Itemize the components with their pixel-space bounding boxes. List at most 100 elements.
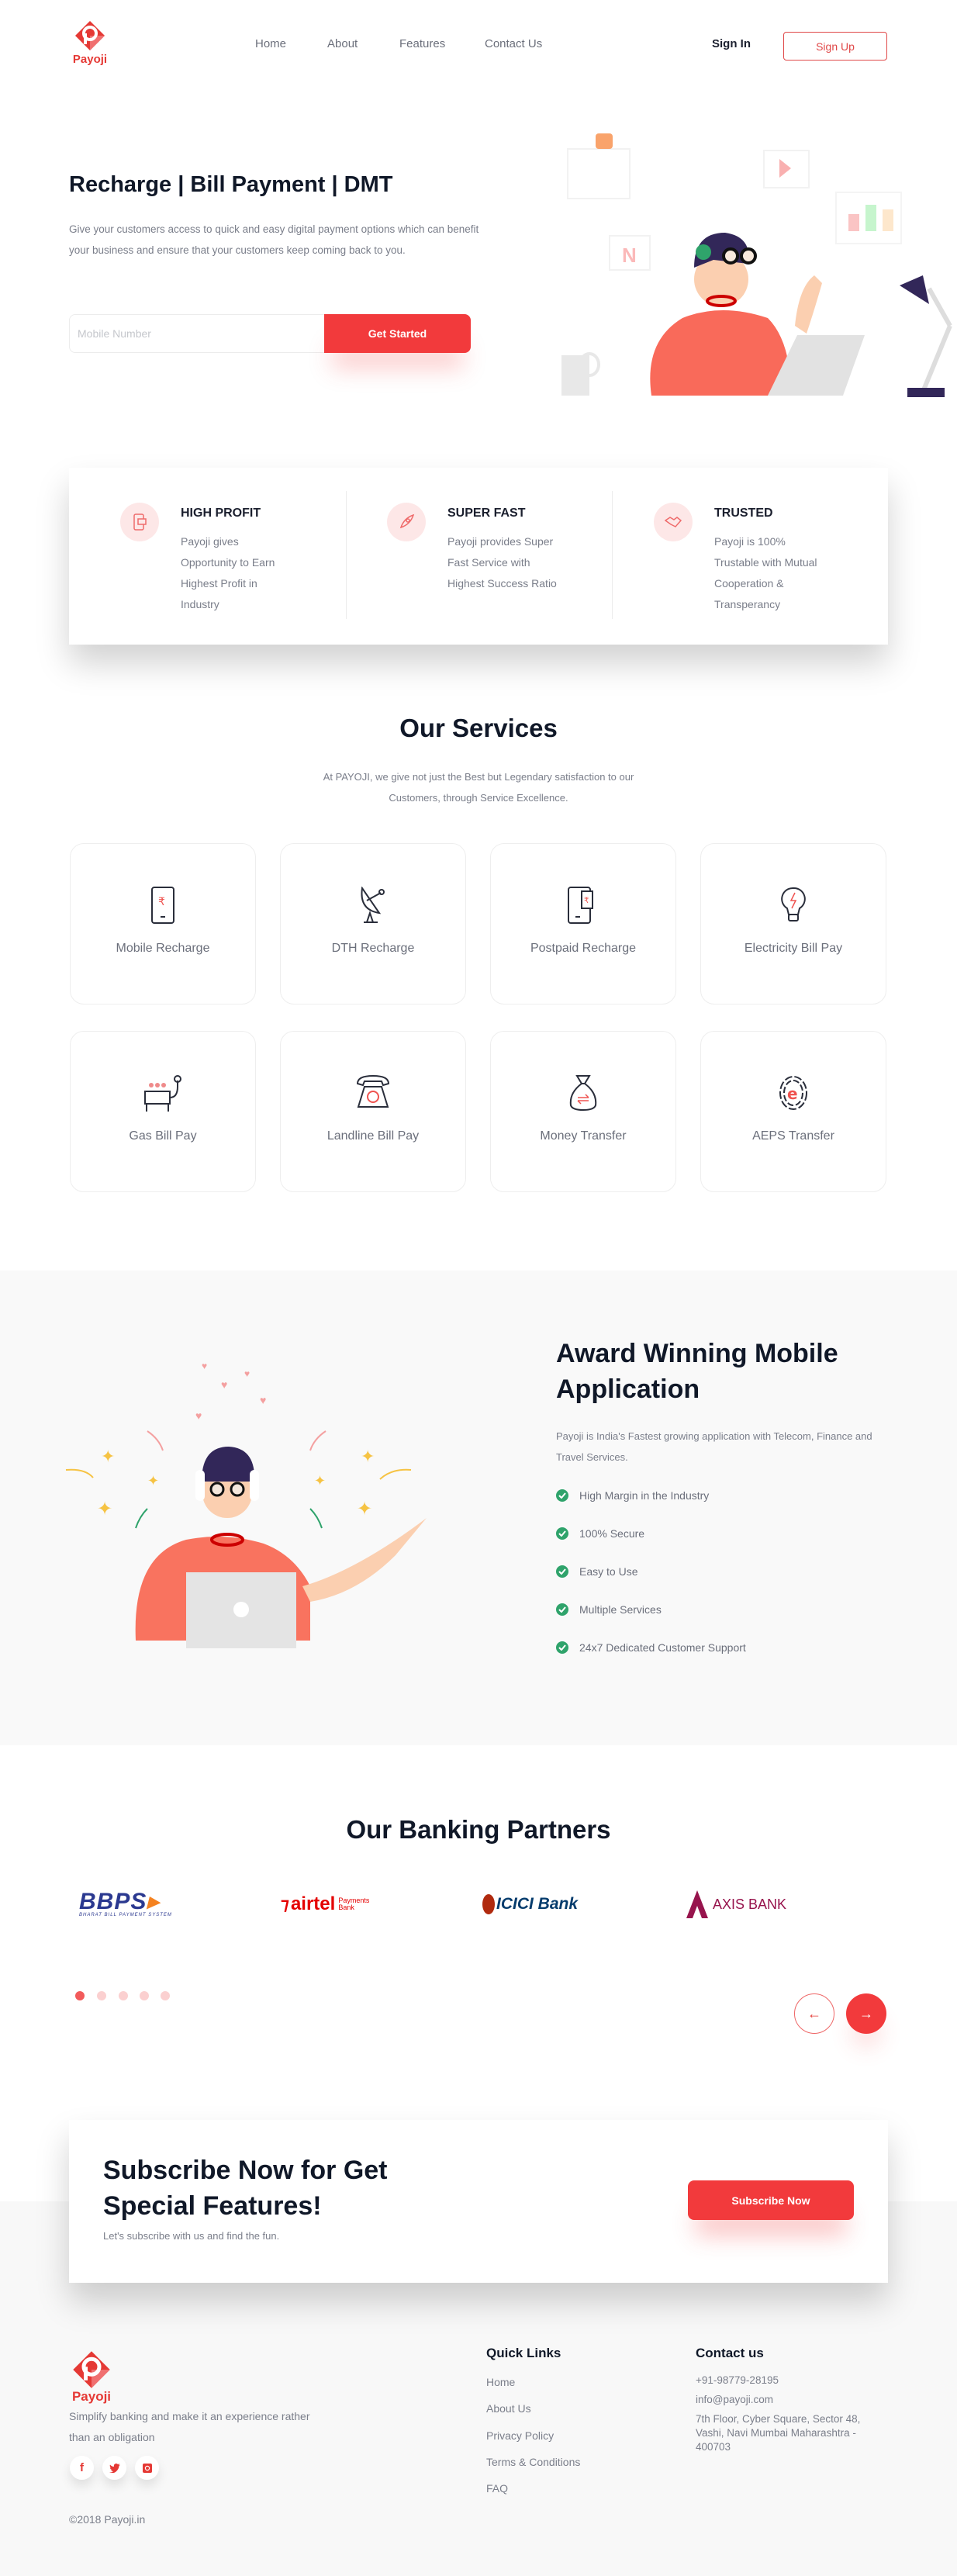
svg-text:N: N xyxy=(622,244,637,267)
contact-address: 7th Floor, Cyber Square, Sector 48, Vash… xyxy=(696,2413,861,2453)
nav-contact-us[interactable]: Contact Us xyxy=(485,37,542,50)
subscribe-description: Let's subscribe with us and find the fun… xyxy=(103,2230,280,2242)
svg-text:♥: ♥ xyxy=(221,1378,227,1391)
svg-text:✦: ✦ xyxy=(147,1473,159,1489)
service-card-electricity-bill[interactable]: Electricity Bill Pay xyxy=(700,843,886,1004)
mobile-bill-icon: ₹ xyxy=(491,887,675,927)
check-circle-icon xyxy=(556,1565,568,1578)
partner-logo-bbps[interactable]: BBPS▸ BHARAT BILL PAYMENT SYSTEM xyxy=(79,1885,172,1924)
service-card-aeps-transfer[interactable]: e AEPS Transfer xyxy=(700,1031,886,1192)
hero-description: Give your customers access to quick and … xyxy=(69,223,479,256)
svg-text:e: e xyxy=(787,1084,798,1103)
service-label: AEPS Transfer xyxy=(752,1129,834,1143)
feature-divider xyxy=(346,491,347,619)
feature-description: Payoji provides Super Fast Service with … xyxy=(447,535,557,590)
nav-about[interactable]: About xyxy=(327,37,358,50)
mobile-number-input[interactable] xyxy=(70,315,324,352)
carousel-next-button[interactable]: → xyxy=(846,1993,886,2034)
footer-link-terms[interactable]: Terms & Conditions xyxy=(486,2456,580,2468)
award-point: Easy to Use xyxy=(556,1565,637,1578)
nav-home[interactable]: Home xyxy=(255,37,286,50)
satellite-dish-icon xyxy=(281,887,465,927)
award-title: Award Winning Mobile Application xyxy=(556,1339,838,1404)
feature-title: TRUSTED xyxy=(714,507,773,520)
contact-title: Contact us xyxy=(696,2346,764,2360)
carousel-prev-button[interactable]: ← xyxy=(794,1993,834,2034)
check-circle-icon xyxy=(556,1603,568,1616)
subscribe-title: Subscribe Now for Get Special Features! xyxy=(103,2156,388,2221)
service-card-mobile-recharge[interactable]: ₹ Mobile Recharge xyxy=(70,843,256,1004)
award-point: Multiple Services xyxy=(556,1603,662,1616)
facebook-icon[interactable]: f xyxy=(70,2456,94,2480)
hero-illustration: N xyxy=(558,124,957,403)
contact-phone[interactable]: +91-98779-28195 xyxy=(696,2374,882,2388)
feature-title: HIGH PROFIT xyxy=(181,507,261,520)
svg-text:✦: ✦ xyxy=(314,1473,326,1489)
twitter-icon[interactable] xyxy=(102,2456,126,2480)
service-label: Gas Bill Pay xyxy=(129,1129,197,1143)
service-label: Money Transfer xyxy=(540,1129,627,1143)
instagram-icon[interactable] xyxy=(135,2456,159,2480)
service-card-dth-recharge[interactable]: DTH Recharge xyxy=(280,843,466,1004)
service-card-postpaid-recharge[interactable]: ₹ Postpaid Recharge xyxy=(490,843,676,1004)
feature-description: Payoji gives Opportunity to Earn Highest… xyxy=(181,535,275,610)
fingerprint-e-icon: e xyxy=(701,1074,886,1115)
features-card: HIGH PROFIT Payoji gives Opportunity to … xyxy=(69,468,888,645)
carousel-dot-5[interactable] xyxy=(161,1991,170,2000)
gas-stove-icon xyxy=(71,1074,255,1115)
get-started-button[interactable]: Get Started xyxy=(324,314,471,353)
check-circle-icon xyxy=(556,1489,568,1502)
footer-brand-name: Payoji xyxy=(71,2389,112,2404)
sign-up-button[interactable]: Sign Up xyxy=(783,32,887,61)
service-label: Electricity Bill Pay xyxy=(744,942,843,955)
subscribe-button[interactable]: Subscribe Now xyxy=(688,2180,854,2220)
money-bag-icon xyxy=(491,1074,675,1115)
sign-in-link[interactable]: Sign In xyxy=(712,37,751,50)
rocket-icon xyxy=(387,503,426,541)
service-card-gas-bill[interactable]: Gas Bill Pay xyxy=(70,1031,256,1192)
svg-text:₹: ₹ xyxy=(158,896,165,908)
arrow-left-icon: ← xyxy=(807,2005,821,2021)
svg-text:♥: ♥ xyxy=(244,1368,250,1379)
carousel-dot-4[interactable] xyxy=(140,1991,149,2000)
footer-logo[interactable]: Payoji xyxy=(69,2350,114,2405)
carousel-dot-2[interactable] xyxy=(97,1991,106,2000)
services-subtitle: At PAYOJI, we give not just the Best but… xyxy=(323,771,634,804)
partner-logo-icici[interactable]: ICICI Bank xyxy=(482,1885,578,1924)
mobile-number-form: Get Started xyxy=(69,314,471,353)
feature-divider xyxy=(612,491,613,619)
mobile-rupee-icon: ₹ xyxy=(71,887,255,927)
arrow-right-icon: → xyxy=(859,2005,873,2021)
check-circle-icon xyxy=(556,1527,568,1540)
carousel-dot-1[interactable] xyxy=(75,1991,85,2000)
svg-text:✦: ✦ xyxy=(101,1447,115,1466)
footer-link-about-us[interactable]: About Us xyxy=(486,2402,531,2415)
award-point: 24x7 Dedicated Customer Support xyxy=(556,1641,746,1654)
services-title: Our Services xyxy=(399,714,558,742)
service-card-money-transfer[interactable]: Money Transfer xyxy=(490,1031,676,1192)
light-bulb-icon xyxy=(701,887,886,927)
partner-logo-axis[interactable]: AXIS BANK xyxy=(686,1885,786,1924)
service-card-landline-bill[interactable]: Landline Bill Pay xyxy=(280,1031,466,1192)
logo-mark-icon xyxy=(72,2350,111,2389)
copyright: ©2018 Payoji.in xyxy=(69,2513,146,2526)
phone-cash-icon xyxy=(120,503,159,541)
carousel-dot-3[interactable] xyxy=(119,1991,128,2000)
contact-email[interactable]: info@payoji.com xyxy=(696,2393,882,2407)
brand-logo[interactable]: Payoji xyxy=(68,20,112,66)
footer-link-privacy-policy[interactable]: Privacy Policy xyxy=(486,2429,554,2442)
partner-logo-airtel[interactable]: ⁊ airtel Payments Bank xyxy=(281,1885,374,1924)
award-point: 100% Secure xyxy=(556,1527,644,1540)
award-description: Payoji is India's Fastest growing applic… xyxy=(556,1430,872,1463)
svg-text:✦: ✦ xyxy=(361,1447,375,1466)
partners-title: Our Banking Partners xyxy=(346,1815,611,1844)
svg-text:✦: ✦ xyxy=(97,1499,112,1520)
check-circle-icon xyxy=(556,1641,568,1654)
footer-link-home[interactable]: Home xyxy=(486,2376,515,2388)
footer-link-faq[interactable]: FAQ xyxy=(486,2482,508,2495)
hero-title: Recharge | Bill Payment | DMT xyxy=(69,172,393,197)
nav-features[interactable]: Features xyxy=(399,37,445,50)
quick-links-title: Quick Links xyxy=(486,2346,561,2360)
feature-title: SUPER FAST xyxy=(447,507,526,520)
service-label: Mobile Recharge xyxy=(116,942,210,955)
